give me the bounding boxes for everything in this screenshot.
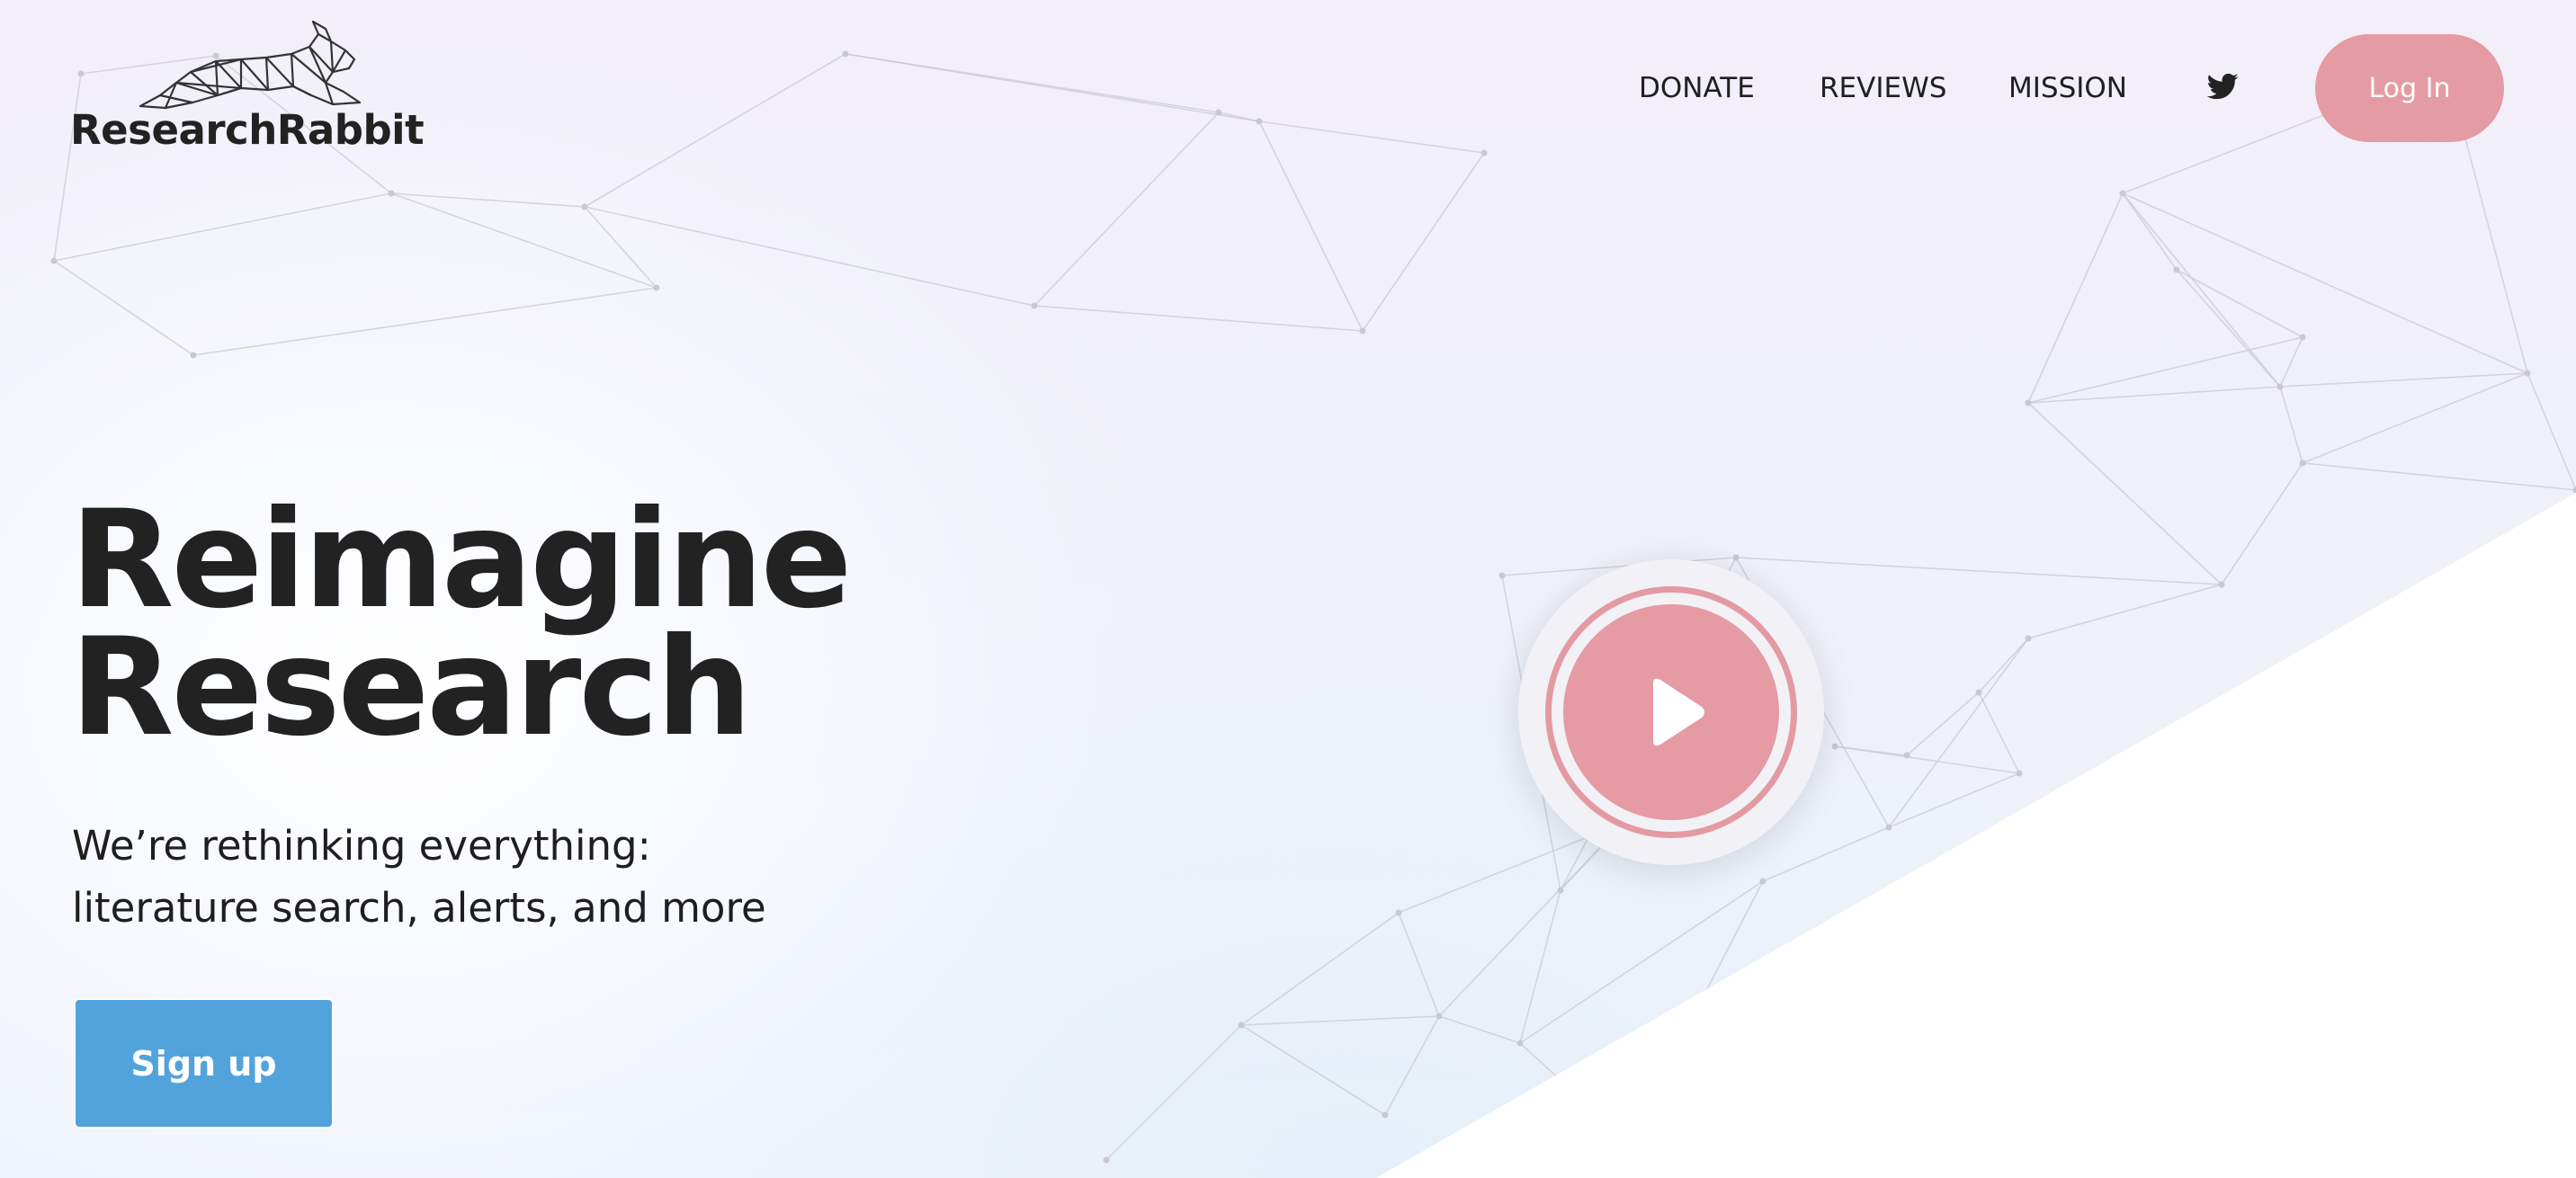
hero-subtitle-line: We’re rethinking everything: [72,822,651,870]
hero-subtitle: We’re rethinking everything: literature … [72,815,766,939]
nav-link-reviews[interactable]: REVIEWS [1820,72,1946,104]
hero-title: Reimagine Research [70,482,852,766]
login-button[interactable]: Log In [2315,34,2504,142]
play-icon [1653,678,1704,746]
hero-subtitle-line: literature search, alerts, and more [72,884,766,932]
nav-link-donate[interactable]: DONATE [1639,72,1755,104]
main-nav: DONATE REVIEWS MISSION Log In [0,34,2576,142]
hero-section: ResearchRabbit DONATE REVIEWS MISSION Lo… [0,0,2576,1178]
signup-button[interactable]: Sign up [74,998,334,1129]
hero-title-line: Research [70,610,752,766]
play-button-disc [1563,604,1779,820]
nav-link-mission[interactable]: MISSION [2008,72,2127,104]
twitter-link[interactable] [2205,70,2240,104]
play-video-button[interactable] [1518,559,1824,865]
hero-title-line: Reimagine [70,482,852,638]
twitter-icon [2206,73,2239,100]
